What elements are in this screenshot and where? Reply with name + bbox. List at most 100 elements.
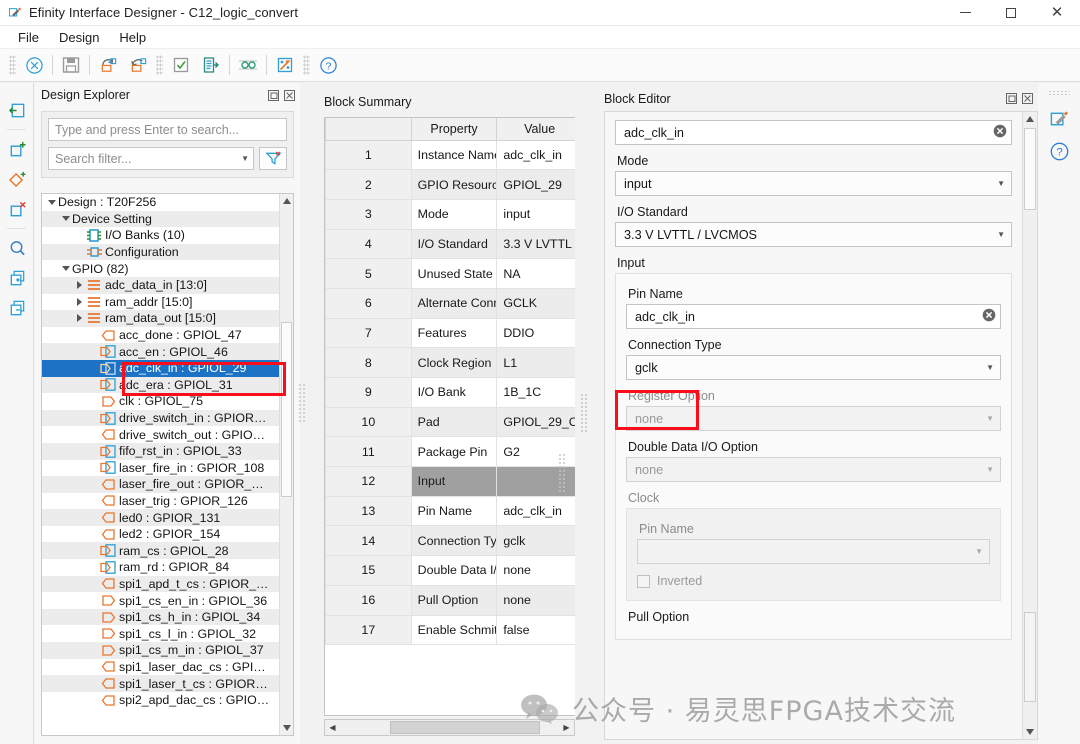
tree-item[interactable]: spi2_apd_dac_cs : GPIO… xyxy=(42,692,279,709)
instance-name-input[interactable]: adc_clk_in xyxy=(615,120,1012,145)
value-cell[interactable]: DDIO xyxy=(497,318,575,348)
toolbar-grip[interactable] xyxy=(303,55,310,75)
scrollbar-thumb[interactable] xyxy=(1024,128,1036,210)
save-icon[interactable] xyxy=(56,52,86,78)
table-row[interactable]: 4I/O Standard3.3 V LVTTL / LVCMOS xyxy=(326,229,576,259)
table-row[interactable]: 3Modeinput xyxy=(326,199,576,229)
clock-pin-name-select[interactable]: ▼ xyxy=(637,539,990,564)
menu-file[interactable]: File xyxy=(8,28,49,47)
value-cell[interactable]: adc_clk_in xyxy=(497,140,575,170)
tree-item[interactable]: fifo_rst_in : GPIOL_33 xyxy=(42,443,279,460)
table-row[interactable]: 8Clock RegionL1 xyxy=(326,348,576,378)
summary-horizontal-scrollbar[interactable]: ◀ ▶ xyxy=(324,719,575,736)
tree-item[interactable]: spi1_apd_t_cs : GPIOR_… xyxy=(42,576,279,593)
table-row[interactable]: 13Pin Nameadc_clk_in xyxy=(326,496,576,526)
expand-all-icon[interactable] xyxy=(0,263,34,293)
editor-vertical-scrollbar[interactable] xyxy=(1022,112,1037,739)
minimize-button[interactable] xyxy=(942,0,988,26)
scrollbar-thumb[interactable] xyxy=(281,322,292,497)
clear-icon[interactable] xyxy=(982,308,996,325)
value-cell[interactable]: 3.3 V LVTTL / LVCMOS xyxy=(497,229,575,259)
editor-splitter[interactable] xyxy=(580,393,587,433)
table-row[interactable]: 6Alternate ConnectionGCLK xyxy=(326,288,576,318)
table-row[interactable]: 16Pull Optionnone xyxy=(326,585,576,615)
value-cell[interactable]: none xyxy=(497,585,575,615)
tree-item[interactable]: spi1_cs_h_in : GPIOL_34 xyxy=(42,609,279,626)
tree-item[interactable]: spi1_laser_t_cs : GPIOR… xyxy=(42,675,279,692)
scrollbar-track-lower[interactable] xyxy=(1024,612,1036,702)
value-cell[interactable]: L1 xyxy=(497,348,575,378)
value-cell[interactable]: GCLK xyxy=(497,288,575,318)
block-summary-table-wrap[interactable]: Property Value 1Instance Nameadc_clk_in2… xyxy=(324,117,575,716)
collapse-all-icon[interactable] xyxy=(0,293,34,323)
menu-design[interactable]: Design xyxy=(49,28,109,47)
clear-icon[interactable] xyxy=(993,124,1007,141)
io-standard-select[interactable]: 3.3 V LVTTL / LVCMOS ▼ xyxy=(615,222,1012,247)
search-icon[interactable] xyxy=(0,233,34,263)
table-row[interactable]: 10PadGPIOL_29_CLK5 xyxy=(326,407,576,437)
tree-item[interactable]: adc_era : GPIOL_31 xyxy=(42,377,279,394)
caret-right-icon[interactable] xyxy=(73,294,86,310)
scroll-up-icon[interactable] xyxy=(280,194,293,208)
tree-item[interactable]: ram_cs : GPIOL_28 xyxy=(42,542,279,559)
caret-down-icon[interactable] xyxy=(59,261,72,277)
menu-help[interactable]: Help xyxy=(109,28,156,47)
register-option-select[interactable]: none ▼ xyxy=(626,406,1001,431)
tree-item[interactable]: ram_data_out [15:0] xyxy=(42,310,279,327)
filter-icon[interactable] xyxy=(259,147,287,170)
caret-right-icon[interactable] xyxy=(73,310,86,326)
right-rail-grip[interactable] xyxy=(1048,90,1070,97)
caret-right-icon[interactable] xyxy=(73,277,86,293)
maximize-button[interactable] xyxy=(988,0,1034,26)
import-icon[interactable] xyxy=(93,52,123,78)
add-pll-icon[interactable] xyxy=(0,164,34,194)
value-cell[interactable]: gclk xyxy=(497,526,575,556)
tree-item[interactable]: spi1_cs_m_in : GPIOL_37 xyxy=(42,642,279,659)
table-row[interactable]: 14Connection Typegclk xyxy=(326,526,576,556)
tree-item[interactable]: clk : GPIOL_75 xyxy=(42,393,279,410)
scroll-up-icon[interactable] xyxy=(1023,112,1037,126)
tree-item[interactable]: acc_en : GPIOL_46 xyxy=(42,343,279,360)
table-row[interactable]: 11Package PinG2 xyxy=(326,437,576,467)
ddio-select[interactable]: none ▼ xyxy=(626,457,1001,482)
tree-item[interactable]: Design : T20F256 xyxy=(42,194,279,211)
explorer-splitter[interactable] xyxy=(298,383,305,423)
table-row[interactable]: 2GPIO ResourceGPIOL_29 xyxy=(326,170,576,200)
help-icon[interactable]: ? xyxy=(313,52,343,78)
tree-vertical-scrollbar[interactable] xyxy=(279,194,293,735)
close-design-icon[interactable] xyxy=(19,52,49,78)
inverted-checkbox[interactable] xyxy=(637,575,650,588)
caret-down-icon[interactable] xyxy=(45,194,58,210)
tree-item[interactable]: laser_fire_in : GPIOR_108 xyxy=(42,460,279,477)
tree-item[interactable]: led2 : GPIOR_154 xyxy=(42,526,279,543)
summary-splitter[interactable] xyxy=(558,453,565,493)
block-editor-icon[interactable] xyxy=(1038,103,1080,135)
tree-item[interactable]: Device Setting xyxy=(42,211,279,228)
connection-type-select[interactable]: gclk ▼ xyxy=(626,355,1001,380)
toolbar-grip[interactable] xyxy=(9,55,16,75)
scroll-left-icon[interactable]: ◀ xyxy=(325,720,340,735)
table-row[interactable]: 12Input xyxy=(326,467,576,497)
table-row[interactable]: 5Unused StateNA xyxy=(326,259,576,289)
generate-report-icon[interactable] xyxy=(196,52,226,78)
scroll-down-icon[interactable] xyxy=(280,721,293,735)
table-row[interactable]: 17Enable Schmitt Triggerfalse xyxy=(326,615,576,645)
toolbar-grip[interactable] xyxy=(156,55,163,75)
hscrollbar-thumb[interactable] xyxy=(390,721,540,734)
float-icon[interactable] xyxy=(1005,92,1018,105)
search-filter-combo[interactable]: Search filter... ▼ xyxy=(48,147,254,170)
value-cell[interactable]: GPIOL_29_CLK5 xyxy=(497,407,575,437)
floorplan-icon[interactable] xyxy=(270,52,300,78)
tree-item[interactable]: drive_switch_out : GPIO… xyxy=(42,426,279,443)
pin-name-input[interactable]: adc_clk_in xyxy=(626,304,1001,329)
table-row[interactable]: 1Instance Nameadc_clk_in xyxy=(326,140,576,170)
value-cell[interactable]: input xyxy=(497,199,575,229)
close-icon[interactable] xyxy=(283,89,296,102)
table-row[interactable]: 7FeaturesDDIO xyxy=(326,318,576,348)
tree-item[interactable]: spi1_laser_dac_cs : GPI… xyxy=(42,659,279,676)
close-icon[interactable] xyxy=(1021,92,1034,105)
tree-item[interactable]: ram_addr [15:0] xyxy=(42,294,279,311)
value-cell[interactable]: NA xyxy=(497,259,575,289)
tree-item-selected[interactable]: adc_clk_in : GPIOL_29 xyxy=(42,360,279,377)
table-row[interactable]: 9I/O Bank1B_1C xyxy=(326,378,576,408)
